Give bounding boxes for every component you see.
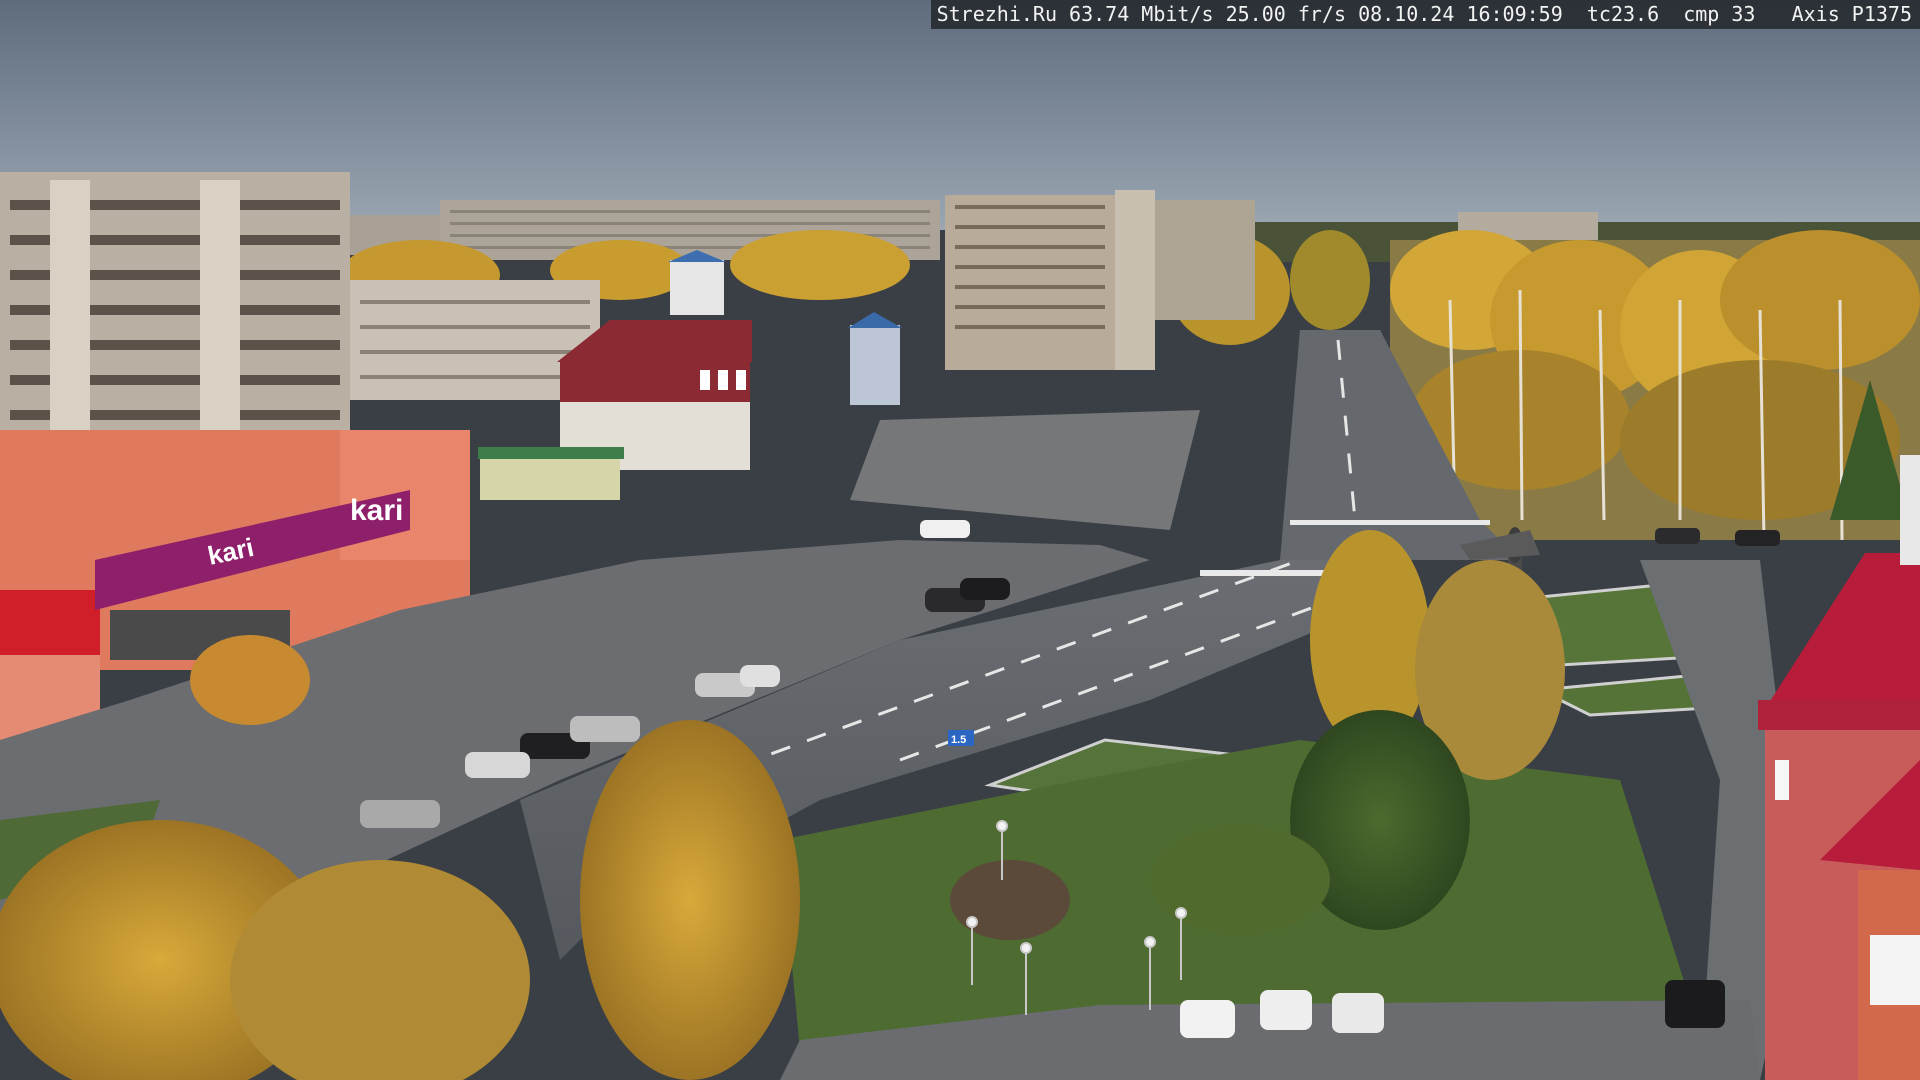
webcam-scene: kari kari 1.5	[0, 0, 1920, 1080]
bitrate: 63.74 Mbit/s	[1069, 2, 1214, 26]
cmp-value: cmp 33	[1683, 2, 1756, 26]
tc-value: tc23.6	[1586, 2, 1660, 26]
framerate: 25.00 fr/s	[1225, 2, 1347, 26]
camera-model: Axis P1375	[1791, 2, 1912, 26]
camera-info-overlay: Strezhi.Ru 63.74 Mbit/s 25.00 fr/s 08.10…	[930, 0, 1920, 29]
road-sign-label: 1.5	[951, 734, 966, 746]
site-name: Strezhi.Ru	[936, 2, 1057, 26]
upper-plaza	[850, 410, 1200, 530]
kari-sign: kari	[350, 494, 403, 527]
green-kiosk	[480, 455, 620, 500]
time: 16:09:59	[1466, 2, 1563, 26]
right-birch-forest	[1390, 230, 1920, 541]
center-tall-building	[945, 190, 1255, 370]
date: 08.10.24	[1358, 2, 1455, 26]
right-red-roof-building	[1758, 455, 1920, 1080]
kiosk-roof	[478, 447, 624, 459]
